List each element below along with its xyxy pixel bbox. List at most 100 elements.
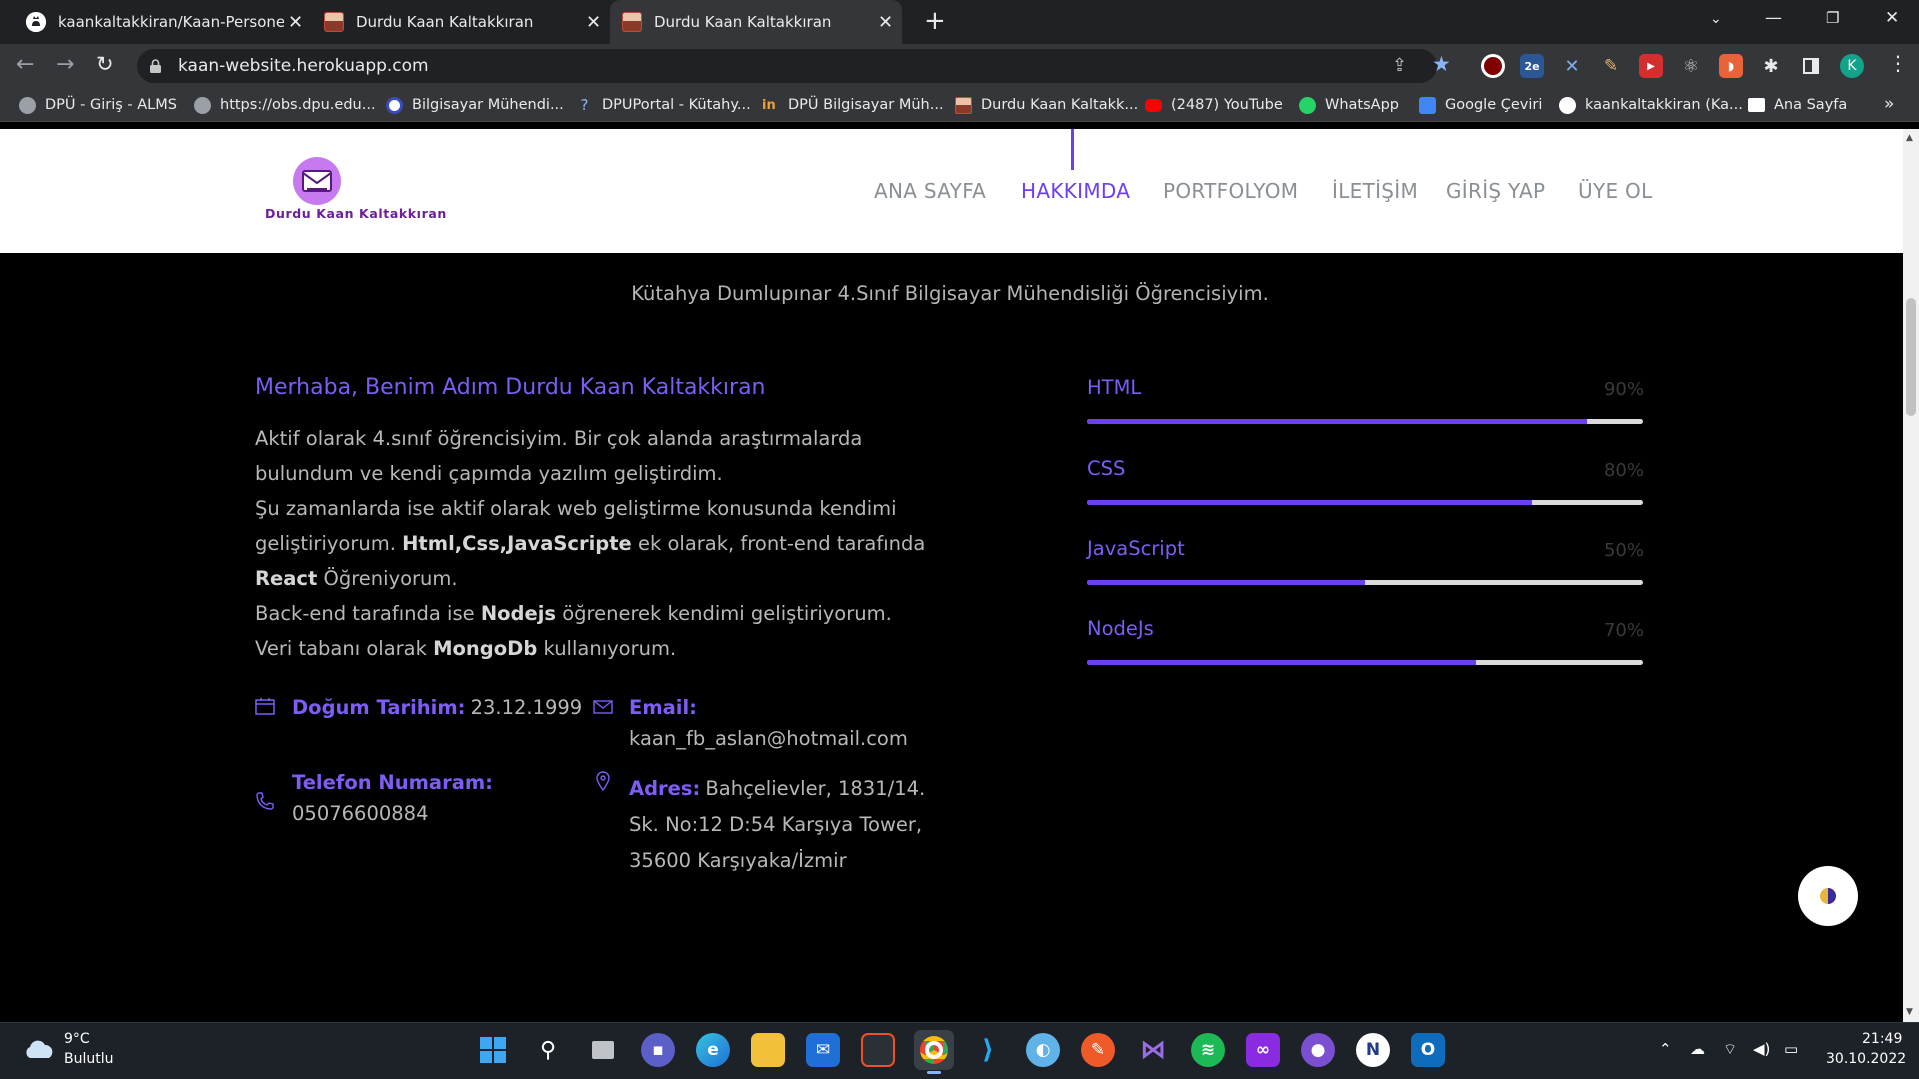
skill-percent: 90%: [1603, 379, 1644, 400]
portal-icon: ?: [580, 95, 589, 114]
ublock-icon[interactable]: [1481, 54, 1505, 78]
tab-title: Durdu Kaan Kaltakkıran: [654, 13, 832, 31]
clock-time[interactable]: 21:49: [1862, 1031, 1902, 1047]
new-tab-button[interactable]: +: [924, 6, 946, 36]
bookmark-item[interactable]: Ana Sayfa: [1748, 94, 1847, 116]
extensions-puzzle-icon[interactable]: ✱: [1759, 54, 1783, 78]
back-button[interactable]: ←: [16, 52, 34, 77]
scroll-down-arrow[interactable]: ▼: [1906, 1007, 1913, 1017]
rss-ext-icon[interactable]: ◗: [1719, 54, 1743, 78]
pen-app-icon[interactable]: ✎: [1081, 1033, 1115, 1067]
tab-github[interactable]: kaankaltakkiran/Kaan-Personel-W ✕: [14, 0, 304, 44]
profile-photo-icon: [955, 96, 972, 114]
edge-icon[interactable]: e: [696, 1033, 730, 1067]
phone-icon: [255, 791, 275, 811]
vscode-icon[interactable]: ⟩: [971, 1033, 1005, 1067]
minimize-button[interactable]: —: [1765, 8, 1782, 28]
share-icon[interactable]: ⇪: [1392, 55, 1407, 76]
more-bookmarks-icon[interactable]: »: [1884, 94, 1894, 114]
logo-mail-icon[interactable]: [293, 157, 341, 205]
bio-bold: React: [255, 567, 318, 590]
spotify-icon[interactable]: ≋: [1191, 1033, 1225, 1067]
windows-start-icon[interactable]: [476, 1033, 510, 1067]
outlook-icon[interactable]: O: [1411, 1033, 1445, 1067]
envelope-icon: [593, 698, 613, 714]
bookmark-item[interactable]: kaankaltakkiran (Ka...: [1559, 94, 1743, 116]
wifi-icon[interactable]: ⌔: [1723, 1040, 1737, 1059]
weather-temp[interactable]: 9°C: [64, 1031, 90, 1047]
bio-bold: Nodejs: [480, 602, 557, 625]
cloud-icon[interactable]: [22, 1038, 56, 1060]
menu-kebab-icon[interactable]: ⋮: [1888, 53, 1908, 73]
page-scrollbar[interactable]: [1903, 129, 1919, 1022]
scrollbar-thumb[interactable]: [1906, 298, 1916, 416]
nav-ana-sayfa[interactable]: ANA SAYFA: [874, 179, 986, 203]
bookmark-item[interactable]: ? DPUPortal - Kütahy...: [576, 94, 751, 116]
search-icon[interactable]: ⚲: [531, 1033, 565, 1067]
close-icon[interactable]: ✕: [878, 12, 893, 33]
close-icon[interactable]: ✕: [586, 12, 601, 33]
battery-icon[interactable]: ▭: [1784, 1040, 1798, 1058]
bookmark-item[interactable]: DPÜ - Giriş - ALMS: [19, 94, 177, 116]
tray-chevron-icon[interactable]: ⌃: [1659, 1040, 1672, 1058]
nav-portfolyom[interactable]: PORTFOLYOM: [1163, 179, 1298, 203]
tab-profile-2-active[interactable]: Durdu Kaan Kaltakkıran ✕: [610, 0, 902, 44]
bookmark-label: Google Çeviri: [1445, 97, 1543, 113]
clock-date[interactable]: 30.10.2022: [1826, 1051, 1906, 1067]
arduino-icon[interactable]: ∞: [1246, 1033, 1280, 1067]
bookmark-item[interactable]: Bilgisayar Mühendi...: [386, 94, 564, 116]
theme-toggle-button[interactable]: [1798, 866, 1858, 926]
close-icon[interactable]: ✕: [288, 12, 303, 33]
bookmark-item[interactable]: WhatsApp: [1299, 94, 1399, 116]
task-view-icon[interactable]: [586, 1033, 620, 1067]
profile-avatar[interactable]: K: [1840, 54, 1864, 78]
nav-giris-yap[interactable]: GİRİŞ YAP: [1446, 179, 1545, 203]
address-info: Adres: Bahçelievler, 1831/14. Sk. No:12 …: [629, 771, 925, 879]
logo-text[interactable]: Durdu Kaan Kaltakkıran: [265, 206, 447, 221]
url-text[interactable]: kaan-website.herokuapp.com: [178, 56, 429, 76]
bio-text: Aktif olarak 4.sınıf öğrencisiyim. Bir ç…: [255, 427, 863, 485]
chrome-icon[interactable]: [914, 1030, 954, 1070]
skill-progress-fill: [1087, 580, 1365, 585]
notes-app-icon[interactable]: N: [1356, 1033, 1390, 1067]
tools-ext-icon[interactable]: ✕: [1560, 54, 1584, 78]
onedrive-icon[interactable]: ☁: [1690, 1040, 1705, 1058]
nav-uye-ol[interactable]: ÜYE OL: [1578, 179, 1653, 203]
weather-desc[interactable]: Bulutlu: [64, 1051, 114, 1067]
file-explorer-icon[interactable]: [751, 1033, 785, 1067]
scroll-up-arrow[interactable]: ▲: [1906, 133, 1913, 143]
tab-profile-1[interactable]: Durdu Kaan Kaltakkıran ✕: [316, 0, 606, 44]
nav-hakkimda[interactable]: HAKKIMDA: [1021, 179, 1130, 203]
bookmark-item[interactable]: (2487) YouTube: [1145, 94, 1283, 116]
globe-icon: [19, 96, 36, 114]
tab-search-icon[interactable]: ⌄: [1710, 11, 1722, 27]
bookmark-item[interactable]: in DPÜ Bilgisayar Müh...: [762, 94, 944, 116]
forward-button[interactable]: →: [56, 52, 74, 77]
whatsapp-icon: [1299, 96, 1316, 114]
bookmark-label: DPUPortal - Kütahy...: [602, 97, 751, 113]
bookmark-star-icon[interactable]: ★: [1432, 52, 1451, 76]
react-devtools-icon[interactable]: ⚛: [1679, 54, 1703, 78]
github-desktop-icon[interactable]: ●: [1301, 1033, 1335, 1067]
bookmark-item[interactable]: Google Çeviri: [1419, 94, 1542, 116]
email-value[interactable]: kaan_fb_aslan@hotmail.com: [629, 727, 908, 750]
volume-icon[interactable]: ◀): [1753, 1040, 1770, 1058]
bookmark-item[interactable]: https://obs.dpu.edu...: [194, 94, 376, 116]
visual-studio-icon[interactable]: ⋈: [1136, 1033, 1170, 1067]
bio-bold: Html,Css,JavaScripte: [402, 532, 632, 555]
youtube-ext-icon[interactable]: ▶: [1639, 54, 1663, 78]
reload-button[interactable]: ↻: [96, 52, 114, 76]
language-ext-icon[interactable]: 2e: [1520, 54, 1544, 78]
bookmark-item[interactable]: Durdu Kaan Kaltakk...: [955, 94, 1138, 116]
nav-iletisim[interactable]: İLETİŞİM: [1332, 179, 1418, 203]
address-line: Bahçelievler, 1831/14.: [705, 777, 926, 800]
lock-icon[interactable]: [150, 58, 161, 73]
store-icon[interactable]: [861, 1033, 895, 1067]
teams-chat-icon[interactable]: ▪: [641, 1033, 675, 1067]
close-window-button[interactable]: ✕: [1885, 8, 1899, 28]
mail-icon[interactable]: ✉: [806, 1033, 840, 1067]
paint-icon[interactable]: ◐: [1026, 1033, 1060, 1067]
side-panel-icon[interactable]: [1799, 54, 1823, 78]
restore-button[interactable]: ❐: [1826, 9, 1839, 27]
paint-ext-icon[interactable]: ✎: [1599, 54, 1623, 78]
